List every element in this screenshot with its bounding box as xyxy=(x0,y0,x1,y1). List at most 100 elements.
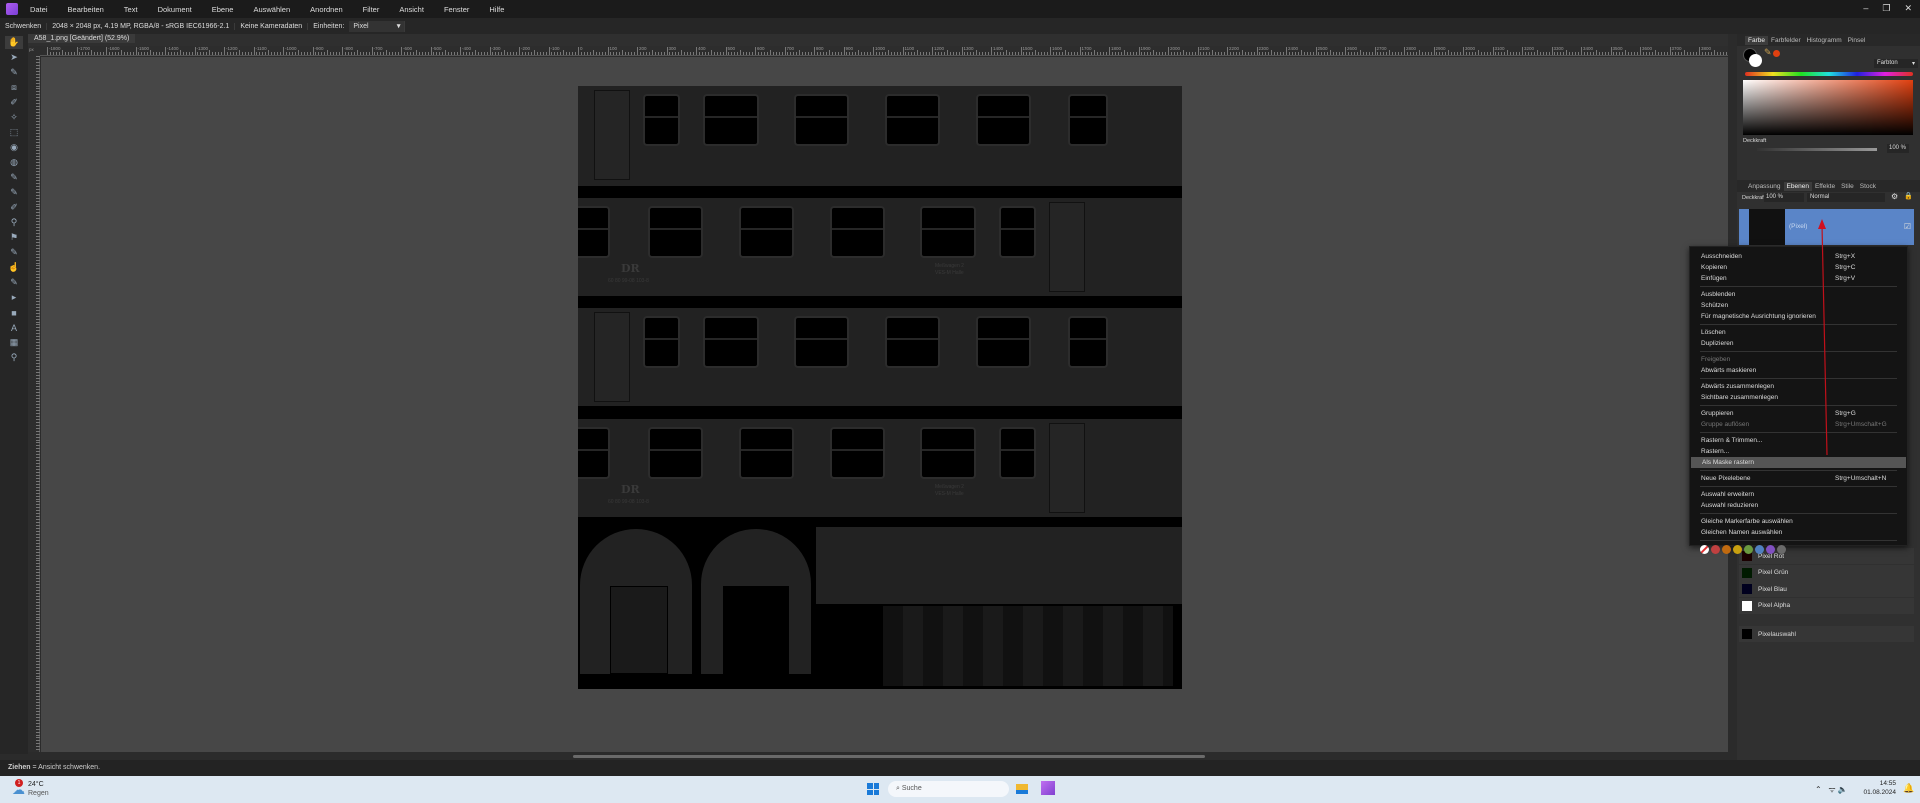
tab-ebenen[interactable]: Ebenen xyxy=(1783,181,1812,191)
eyedropper-icon[interactable]: ✎ xyxy=(1764,47,1772,58)
color-replacement-tool-icon[interactable]: ✎ xyxy=(5,186,23,199)
marker-color-swatch[interactable] xyxy=(1766,545,1775,554)
color-mode-dropdown[interactable]: Farbton ▾ xyxy=(1874,59,1918,68)
channel-row[interactable]: Pixel Alpha xyxy=(1739,597,1914,614)
canvas-viewport[interactable]: DR 60 80 99-08 103-8 Meßwagen 2 VES-M Halle… xyxy=(41,57,1728,752)
marker-color-swatch[interactable] xyxy=(1733,545,1742,554)
menu-item[interactable]: Neue Pixelebene Strg+Umschalt+N xyxy=(1690,473,1907,484)
menu-item[interactable]: Auswahl reduzieren xyxy=(1690,500,1907,511)
tab-pinsel[interactable]: Pinsel xyxy=(1845,36,1869,45)
text-tool-icon[interactable]: A xyxy=(5,321,23,334)
move-tool-icon[interactable]: ➤ xyxy=(5,51,23,64)
clock-time[interactable]: 14:55 xyxy=(1860,780,1896,787)
marquee-tool-icon[interactable]: ⬚ xyxy=(5,126,23,139)
menu-8[interactable]: Ansicht xyxy=(399,5,424,14)
vertical-ruler[interactable] xyxy=(28,56,40,752)
menu-4[interactable]: Ebene xyxy=(212,5,234,14)
clock-date[interactable]: 01.08.2024 xyxy=(1860,789,1896,796)
opacity-value[interactable]: 100 % xyxy=(1887,144,1909,153)
marker-color-swatch[interactable] xyxy=(1711,545,1720,554)
taskbar-search[interactable]: ⌕ Suche xyxy=(888,781,1009,797)
menu-item[interactable]: Gruppieren Strg+G xyxy=(1690,408,1907,419)
menu-2[interactable]: Text xyxy=(124,5,138,14)
tab-effekte[interactable]: Effekte xyxy=(1812,182,1838,191)
tab-farbfelder[interactable]: Farbfelder xyxy=(1768,36,1804,45)
menu-item[interactable]: Gleiche Markerfarbe auswählen xyxy=(1690,516,1907,527)
channel-row[interactable]: Pixel Grün xyxy=(1739,564,1914,581)
paint-brush-tool-icon[interactable]: ✎ xyxy=(5,171,23,184)
minimize-button[interactable]: – xyxy=(1863,3,1868,14)
document-image[interactable]: DR 60 80 99-08 103-8 Meßwagen 2 VES-M Halle… xyxy=(578,86,1182,689)
menu-item[interactable]: Ausschneiden Strg+X xyxy=(1690,251,1907,262)
affinity-photo-taskbar-icon[interactable] xyxy=(1041,781,1055,795)
menu-item[interactable]: Rastern... xyxy=(1690,446,1907,457)
restore-button[interactable]: ❐ xyxy=(1882,3,1890,14)
menu-item[interactable]: Rastern & Trimmen... xyxy=(1690,435,1907,446)
tab-stile[interactable]: Stile xyxy=(1838,182,1857,191)
node-tool-icon[interactable]: ▸ xyxy=(5,291,23,304)
opacity-slider[interactable] xyxy=(1757,148,1877,151)
tab-stock[interactable]: Stock xyxy=(1857,182,1879,191)
weather-temp[interactable]: 24°C xyxy=(28,781,44,788)
visibility-checkbox[interactable]: ☑ xyxy=(1904,222,1911,231)
gear-icon[interactable]: ⚙ xyxy=(1891,192,1898,201)
menu-item[interactable]: Freigeben xyxy=(1690,354,1907,365)
gradient-tool-icon[interactable]: ◍ xyxy=(5,156,23,169)
menu-10[interactable]: Hilfe xyxy=(489,5,504,14)
selection-brush-tool-icon[interactable]: ✐ xyxy=(5,96,23,109)
marker-color-swatch[interactable] xyxy=(1755,545,1764,554)
marker-color-swatch[interactable] xyxy=(1722,545,1731,554)
selection-channel-row[interactable]: Pixelauswahl xyxy=(1739,626,1914,642)
menu-item[interactable]: Für magnetische Ausrichtung ignorieren xyxy=(1690,311,1907,322)
blend-mode-dropdown[interactable]: Normal xyxy=(1807,193,1885,202)
menu-item[interactable]: Abwärts maskieren xyxy=(1690,365,1907,376)
units-dropdown[interactable]: Pixel ▾ xyxy=(349,20,406,32)
tab-histogramm[interactable]: Histogramm xyxy=(1804,36,1845,45)
color-picker-tool-icon[interactable]: ✎ xyxy=(5,66,23,79)
channel-row[interactable]: Pixel Blau xyxy=(1739,581,1914,597)
menu-item[interactable]: Einfügen Strg+V xyxy=(1690,273,1907,284)
erase-tool-icon[interactable]: ✐ xyxy=(5,201,23,214)
lock-icon[interactable]: 🔒 xyxy=(1904,192,1913,200)
menu-3[interactable]: Dokument xyxy=(158,5,192,14)
flood-select-tool-icon[interactable]: ✧ xyxy=(5,111,23,124)
menu-6[interactable]: Anordnen xyxy=(310,5,343,14)
no-color-swatch[interactable] xyxy=(1700,545,1709,554)
menu-item[interactable]: Auswahl erweitern xyxy=(1690,489,1907,500)
windows-start-icon[interactable] xyxy=(867,783,879,795)
smudge-tool-icon[interactable]: ☝ xyxy=(5,261,23,274)
marker-color-swatch[interactable] xyxy=(1744,545,1753,554)
rectangle-tool-icon[interactable]: ■ xyxy=(5,306,23,319)
layer-opacity-dropdown[interactable]: 100 % xyxy=(1764,193,1804,202)
horizontal-ruler[interactable]: -1800 -1700 -1600 -1500 -1400 -1300 -1200 -1100… xyxy=(40,46,1728,56)
healing-tool-icon[interactable]: ✎ xyxy=(5,246,23,259)
secondary-color-swatch[interactable] xyxy=(1749,54,1762,67)
tab-anpassung[interactable]: Anpassung xyxy=(1745,182,1784,191)
hand-tool-icon[interactable]: ✋ xyxy=(5,36,23,49)
clone-tool-icon[interactable]: ⚑ xyxy=(5,231,23,244)
zoom-tool-icon[interactable]: ⚲ xyxy=(5,351,23,364)
notification-bell-icon[interactable]: 🔔 xyxy=(1903,783,1914,794)
sharpen-tool-icon[interactable]: ✎ xyxy=(5,276,23,289)
menu-0[interactable]: Datei xyxy=(30,5,48,14)
mesh-tool-icon[interactable]: ▦ xyxy=(5,336,23,349)
menu-7[interactable]: Filter xyxy=(363,5,380,14)
menu-item[interactable]: Löschen xyxy=(1690,327,1907,338)
menu-item[interactable]: Ausblenden xyxy=(1690,289,1907,300)
menu-item[interactable]: Abwärts zusammenlegen xyxy=(1690,381,1907,392)
weather-text[interactable]: Regen xyxy=(28,790,49,797)
marker-color-swatch[interactable] xyxy=(1777,545,1786,554)
horizontal-scrollbar[interactable] xyxy=(41,752,1728,760)
menu-item[interactable]: Gruppe auflösen Strg+Umschalt+G xyxy=(1690,419,1907,430)
file-explorer-icon[interactable] xyxy=(1016,784,1028,794)
crop-tool-icon[interactable]: ⧈ xyxy=(5,81,23,94)
menu-item[interactable]: Als Maske rastern xyxy=(1691,457,1906,468)
tab-farbe[interactable]: Farbe xyxy=(1745,35,1768,45)
menu-9[interactable]: Fenster xyxy=(444,5,469,14)
menu-item[interactable]: Sichtbare zusammenlegen xyxy=(1690,392,1907,403)
menu-item[interactable]: Gleichen Namen auswählen xyxy=(1690,527,1907,538)
close-button[interactable]: ✕ xyxy=(1904,3,1912,14)
fill-tool-icon[interactable]: ◉ xyxy=(5,141,23,154)
menu-5[interactable]: Auswählen xyxy=(253,5,290,14)
menu-item[interactable]: Schützen xyxy=(1690,300,1907,311)
